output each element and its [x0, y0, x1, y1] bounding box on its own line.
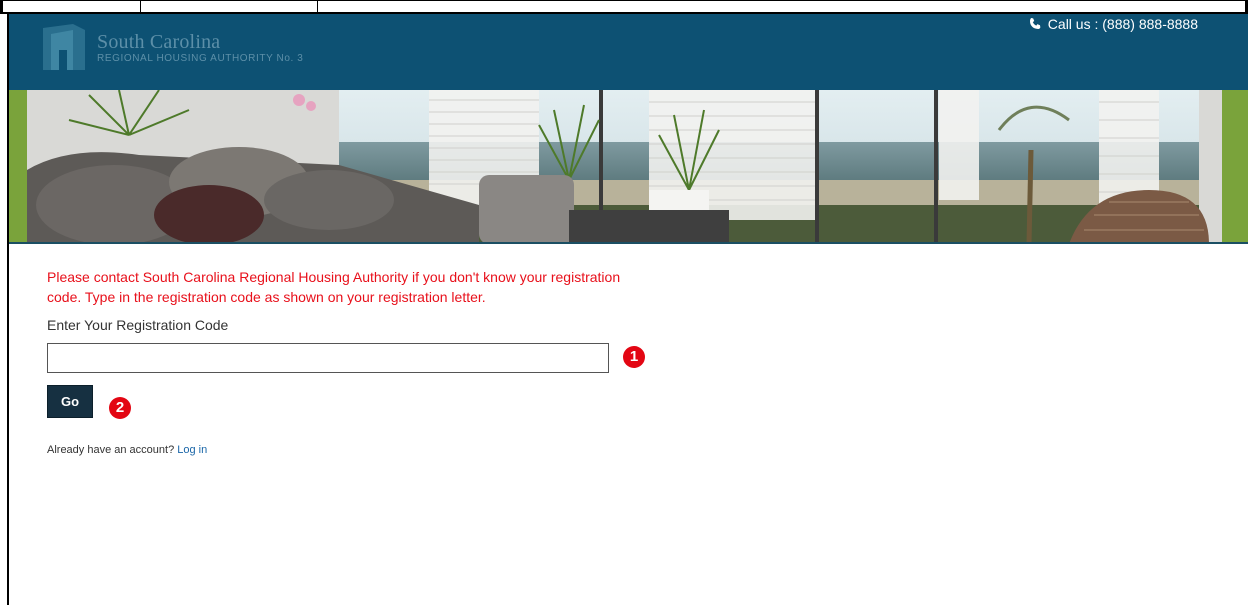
step-marker-2: 2	[109, 397, 131, 419]
site-header: South Carolina REGIONAL HOUSING AUTHORIT…	[9, 14, 1248, 90]
phone-text: Call us : (888) 888-8888	[1047, 16, 1198, 32]
hero-banner-image	[9, 90, 1248, 244]
account-prompt: Already have an account? Log in	[47, 444, 207, 456]
logo-title: South Carolina	[97, 31, 221, 53]
site-logo[interactable]: South Carolina REGIONAL HOUSING AUTHORIT…	[97, 32, 303, 65]
registration-code-label: Enter Your Registration Code	[47, 317, 229, 333]
registration-notice: Please contact South Carolina Regional H…	[47, 269, 621, 305]
phone-contact[interactable]: Call us : (888) 888-8888	[1028, 16, 1198, 32]
registration-code-input[interactable]	[47, 343, 609, 373]
document-table-edge	[0, 0, 1248, 14]
logo-subtitle: REGIONAL HOUSING AUTHORITY No. 3	[97, 53, 304, 64]
building-logo-icon[interactable]	[43, 24, 85, 70]
account-prompt-text: Already have an account?	[47, 444, 175, 456]
phone-icon	[1029, 18, 1041, 29]
go-button[interactable]: Go	[47, 385, 93, 418]
step-marker-1: 1	[623, 346, 645, 368]
page-frame: South Carolina REGIONAL HOUSING AUTHORIT…	[7, 14, 1248, 605]
login-link[interactable]: Log in	[177, 444, 207, 456]
